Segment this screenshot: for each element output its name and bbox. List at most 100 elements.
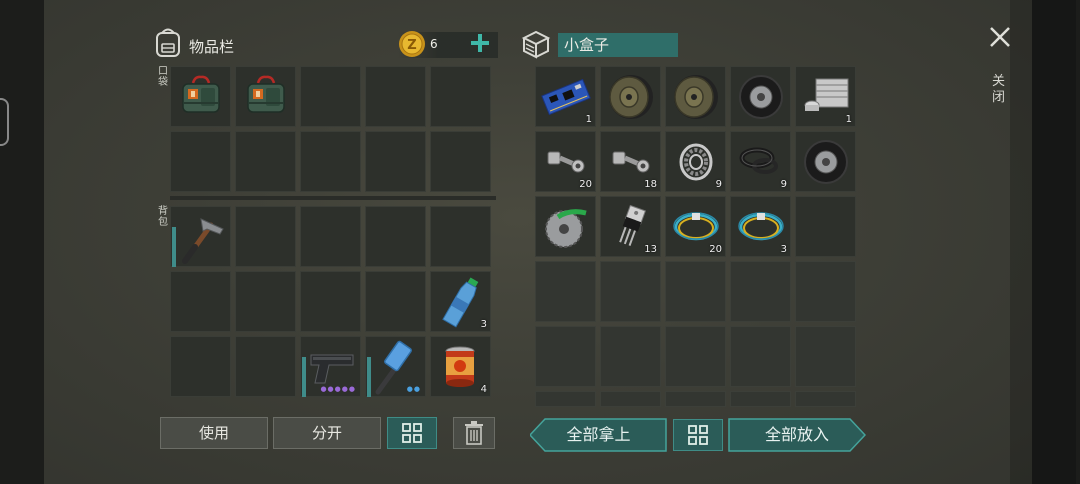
- empty-slot[interactable]: [300, 131, 361, 192]
- container-title: 小盒子: [558, 33, 678, 57]
- empty-slot[interactable]: [170, 336, 231, 397]
- empty-slot[interactable]: [600, 326, 661, 387]
- empty-slot[interactable]: [365, 131, 426, 192]
- empty-slot[interactable]: [795, 261, 856, 322]
- empty-slot[interactable]: [795, 391, 856, 407]
- gold-coin-icon: Z: [398, 30, 426, 58]
- trash-icon: [465, 421, 483, 445]
- empty-slot[interactable]: [235, 271, 296, 332]
- empty-slot[interactable]: [535, 261, 596, 322]
- empty-slot[interactable]: [430, 206, 491, 267]
- empty-slot[interactable]: [600, 391, 661, 407]
- inventory-slot[interactable]: ●●: [365, 336, 426, 397]
- item-quantity: 1: [585, 114, 592, 125]
- empty-slot[interactable]: [665, 391, 726, 407]
- empty-slot[interactable]: [235, 131, 296, 192]
- empty-slot[interactable]: [300, 66, 361, 127]
- inventory-slot[interactable]: [795, 131, 856, 192]
- inventory-slot[interactable]: 1: [535, 66, 596, 127]
- empty-slot[interactable]: [535, 391, 596, 407]
- game-inventory-screen: 物品栏 Z 6 口袋 背包 3 ●●●●● ●● 4 小盒子 1 1 20 18…: [44, 0, 1076, 484]
- item-quantity: 1: [845, 114, 852, 125]
- put-all-button[interactable]: 全部放入: [728, 418, 866, 452]
- upgrade-dots: ●●●●●: [320, 385, 356, 393]
- inventory-slot[interactable]: 9: [730, 131, 791, 192]
- inventory-slot[interactable]: 20: [665, 196, 726, 257]
- item-quantity: 20: [579, 179, 592, 190]
- trash-button[interactable]: [453, 417, 495, 449]
- empty-slot[interactable]: [535, 326, 596, 387]
- grid-divider: [170, 196, 496, 200]
- inventory-slot[interactable]: 3: [730, 196, 791, 257]
- item-quantity: 3: [480, 319, 487, 330]
- empty-slot[interactable]: [430, 66, 491, 127]
- currency-amount: 6: [430, 37, 438, 51]
- pocket-label: 口袋: [158, 66, 168, 88]
- empty-slot[interactable]: [600, 261, 661, 322]
- item-quantity: 13: [644, 244, 657, 255]
- sort-grid-button-left[interactable]: [387, 417, 437, 449]
- durability-bar: [302, 357, 306, 397]
- empty-slot[interactable]: [665, 326, 726, 387]
- empty-slot[interactable]: [730, 261, 791, 322]
- inventory-slot[interactable]: [170, 66, 231, 127]
- box-icon: [520, 28, 552, 60]
- empty-slot[interactable]: [795, 196, 856, 257]
- inventory-slot[interactable]: [730, 66, 791, 127]
- inventory-slot[interactable]: ●●●●●: [300, 336, 361, 397]
- take-all-button[interactable]: 全部拿上: [530, 418, 667, 452]
- svg-text:Z: Z: [407, 38, 416, 53]
- grid-sort-icon: [402, 423, 422, 443]
- empty-slot[interactable]: [665, 261, 726, 322]
- device-edge: [0, 98, 9, 146]
- add-currency-button[interactable]: [468, 31, 492, 55]
- inventory-slot[interactable]: 1: [795, 66, 856, 127]
- backpack-icon: [153, 26, 183, 58]
- empty-slot[interactable]: [795, 326, 856, 387]
- item-quantity: 18: [644, 179, 657, 190]
- empty-slot[interactable]: [730, 326, 791, 387]
- close-panel-strip: [1010, 0, 1076, 484]
- split-button[interactable]: 分开: [273, 417, 381, 449]
- inventory-slot[interactable]: 18: [600, 131, 661, 192]
- put-all-label: 全部放入: [764, 425, 829, 444]
- empty-slot[interactable]: [365, 271, 426, 332]
- empty-slot[interactable]: [430, 131, 491, 192]
- inventory-slot[interactable]: 9: [665, 131, 726, 192]
- inventory-title: 物品栏: [189, 38, 235, 56]
- inventory-slot[interactable]: [235, 66, 296, 127]
- inventory-slot[interactable]: [170, 206, 231, 267]
- use-button[interactable]: 使用: [160, 417, 268, 449]
- close-icon: [990, 27, 1010, 47]
- empty-slot[interactable]: [235, 206, 296, 267]
- backpack-label: 背包: [158, 206, 168, 228]
- item-quantity: 9: [780, 179, 787, 190]
- item-quantity: 20: [709, 244, 722, 255]
- inventory-slot[interactable]: 20: [535, 131, 596, 192]
- empty-slot[interactable]: [170, 271, 231, 332]
- empty-slot[interactable]: [300, 206, 361, 267]
- durability-bar: [367, 357, 371, 397]
- item-quantity: 9: [715, 179, 722, 190]
- item-quantity: 4: [480, 384, 487, 395]
- inventory-slot[interactable]: [535, 196, 596, 257]
- upgrade-dots: ●●: [406, 385, 421, 393]
- empty-slot[interactable]: [730, 391, 791, 407]
- plus-icon: [471, 34, 489, 52]
- inventory-slot[interactable]: 4: [430, 336, 491, 397]
- sort-grid-button-right[interactable]: [673, 419, 723, 451]
- empty-slot[interactable]: [170, 131, 231, 192]
- empty-slot[interactable]: [365, 66, 426, 127]
- empty-slot[interactable]: [365, 206, 426, 267]
- inventory-slot[interactable]: 13: [600, 196, 661, 257]
- inventory-slot[interactable]: 3: [430, 271, 491, 332]
- inventory-slot[interactable]: [665, 66, 726, 127]
- close-button[interactable]: 关闭: [986, 22, 1014, 105]
- grid-sort-icon: [688, 425, 708, 445]
- take-all-label: 全部拿上: [566, 425, 631, 444]
- item-quantity: 3: [780, 244, 787, 255]
- durability-bar: [172, 227, 176, 267]
- empty-slot[interactable]: [235, 336, 296, 397]
- empty-slot[interactable]: [300, 271, 361, 332]
- inventory-slot[interactable]: [600, 66, 661, 127]
